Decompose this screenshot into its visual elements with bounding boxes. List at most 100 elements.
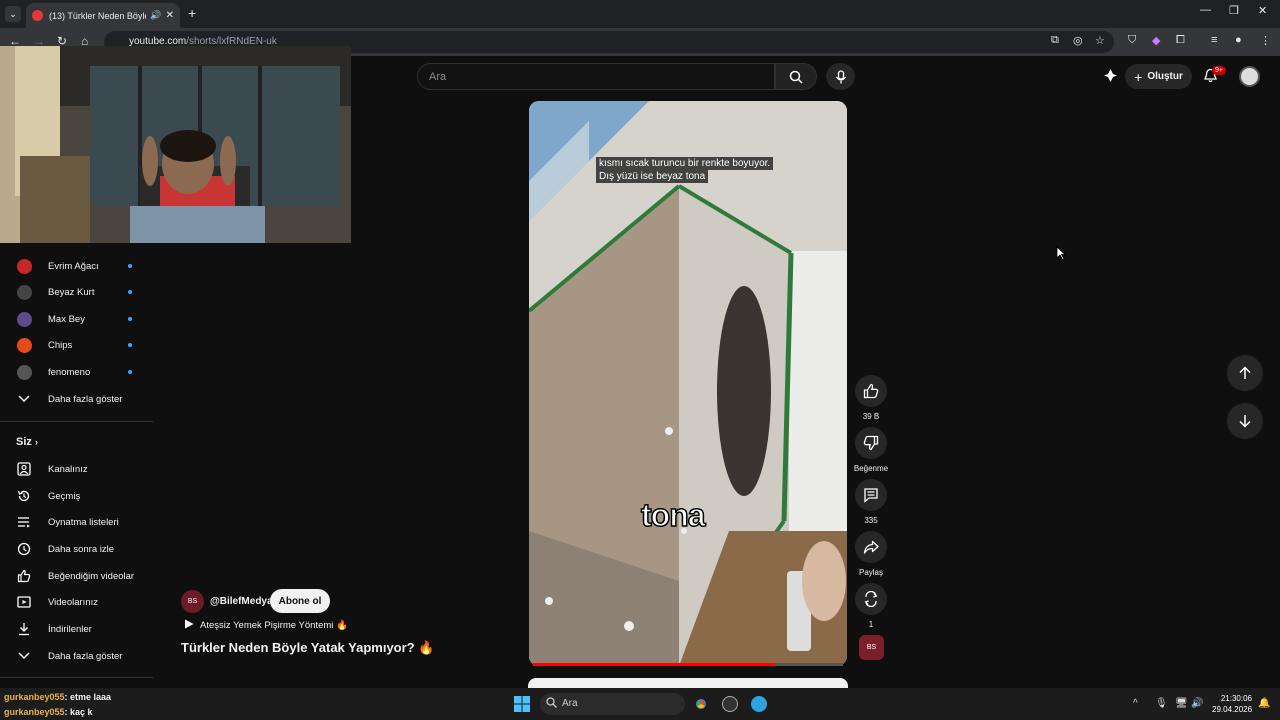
- create-button[interactable]: + Oluştur: [1125, 64, 1192, 89]
- plus-icon: +: [1134, 68, 1143, 85]
- channel-name[interactable]: @BilefMedya: [210, 596, 273, 607]
- new-content-dot: [128, 343, 132, 347]
- install-app-icon[interactable]: ⧉: [1051, 34, 1059, 47]
- channel-avatar[interactable]: BS: [181, 590, 204, 613]
- remix-icon: [855, 583, 887, 615]
- minimize-icon[interactable]: —: [1200, 4, 1211, 16]
- window-close-icon[interactable]: ✕: [1258, 4, 1267, 17]
- chrome-app-icon[interactable]: [693, 696, 709, 712]
- channel-avatar[interactable]: BS: [859, 635, 884, 660]
- volume-icon[interactable]: 🔊: [1191, 698, 1203, 709]
- extension-icon[interactable]: ◆: [1152, 34, 1160, 47]
- dislike-label: Beğenme: [853, 464, 889, 473]
- new-content-dot: [128, 317, 132, 321]
- shield-extension-icon[interactable]: ⛉: [1128, 34, 1136, 47]
- chat-username: gurkanbey055: [4, 692, 65, 702]
- sidebar-item-label: Kanalınız: [48, 463, 88, 475]
- sidebar-item-label: Videolarınız: [48, 596, 98, 608]
- account-avatar[interactable]: [1239, 66, 1260, 87]
- comment-count: 335: [864, 516, 878, 525]
- tab-close-icon[interactable]: ✕: [166, 10, 174, 21]
- clock-date: 29.04.2026: [1212, 705, 1253, 714]
- like-button[interactable]: 39 B: [855, 375, 887, 421]
- playlist-icon: [16, 514, 32, 530]
- video-icon: [16, 594, 32, 610]
- comments-button[interactable]: 335: [855, 479, 887, 525]
- notification-center-icon[interactable]: 🔔: [1258, 698, 1270, 709]
- like-count: 39 B: [862, 412, 880, 421]
- subscribe-button[interactable]: Abone ol: [270, 589, 330, 613]
- tray-overflow-icon[interactable]: ^: [1133, 698, 1138, 709]
- playlist-link[interactable]: Ateşsiz Yemek Pişirme Yöntemi 🔥: [184, 619, 348, 632]
- video-progress-remaining[interactable]: [775, 663, 843, 666]
- sidebar-item-your-videos[interactable]: Videolarınız: [0, 589, 155, 615]
- chevron-down-icon: [16, 648, 32, 664]
- share-icon: [855, 531, 887, 563]
- download-icon: [16, 621, 32, 637]
- microphone-tray-icon[interactable]: 🎙: [1155, 698, 1168, 709]
- channel-avatar: [16, 364, 32, 380]
- browser-tab[interactable]: (13) Türkler Neden Böyle Ya 🔊 ✕: [26, 3, 180, 28]
- channel-avatar: [16, 284, 32, 300]
- share-button[interactable]: Paylaş: [855, 531, 887, 577]
- subscription-label: Evrim Ağacı: [48, 260, 99, 272]
- eye-off-icon[interactable]: ◎: [1073, 34, 1083, 47]
- puzzle-icon[interactable]: ⧠: [1176, 34, 1185, 47]
- sidebar-subscription-evrim-agaci[interactable]: Evrim Ağacı: [0, 253, 155, 279]
- voice-search-button[interactable]: [826, 63, 855, 90]
- sidebar-item-label: Geçmiş: [48, 490, 81, 502]
- tab-search-button[interactable]: ⌄: [5, 6, 21, 22]
- steam-app-icon[interactable]: [722, 696, 738, 712]
- sidebar-item-watch-later[interactable]: Daha sonra izle: [0, 536, 155, 562]
- windows-start-icon[interactable]: [514, 696, 530, 712]
- browser-tab-strip: ⌄ (13) Türkler Neden Böyle Ya 🔊 ✕ + — ❐ …: [0, 0, 1280, 28]
- telegram-app-icon[interactable]: [751, 696, 767, 712]
- short-video-player[interactable]: [529, 101, 847, 666]
- video-progress-played[interactable]: [533, 663, 775, 666]
- search-button[interactable]: [775, 63, 817, 90]
- previous-short-button[interactable]: [1227, 355, 1263, 391]
- subscription-label: fenomeno: [48, 366, 91, 378]
- sidebar-item-your-channel[interactable]: Kanalınız: [0, 456, 155, 482]
- sidebar-item-playlists[interactable]: Oynatma listeleri: [0, 509, 155, 535]
- webcam-overlay: [0, 46, 351, 243]
- sidebar-item-liked-videos[interactable]: Beğendiğim videolar: [0, 563, 155, 589]
- search-icon: [546, 697, 557, 711]
- subscription-label: Beyaz Kurt: [48, 286, 95, 298]
- maximize-icon[interactable]: ❐: [1229, 4, 1239, 17]
- sidebar-show-more-you[interactable]: Daha fazla göster: [0, 643, 155, 669]
- section-title: Siz: [16, 436, 32, 448]
- sidebar-subscription-fenomeno[interactable]: fenomeno: [0, 359, 155, 385]
- audio-playing-icon[interactable]: 🔊: [150, 10, 161, 21]
- ai-chat-icon[interactable]: [1103, 68, 1118, 88]
- sidebar-subscription-beyaz-kurt[interactable]: Beyaz Kurt: [0, 279, 155, 305]
- sidebar-section-you[interactable]: Siz ›: [16, 436, 38, 448]
- taskbar-clock[interactable]: 21:30:06 29.04.2026: [1212, 693, 1252, 715]
- browser-menu-icon[interactable]: ⋮: [1260, 34, 1271, 47]
- search-input[interactable]: Ara: [417, 63, 775, 90]
- sidebar-item-downloads[interactable]: İndirilenler: [0, 616, 155, 642]
- next-short-button[interactable]: [1227, 403, 1263, 439]
- windows-taskbar: Ara ^ 🎙 🖥 🔊 21:30:06 29.04.2026 🔔: [0, 688, 1280, 720]
- sidebar-subscription-max-bey[interactable]: Max Bey: [0, 306, 155, 332]
- new-tab-button[interactable]: +: [188, 5, 196, 21]
- remix-button[interactable]: 1: [855, 583, 887, 629]
- sidebar-show-more-subscriptions[interactable]: Daha fazla göster: [0, 386, 155, 412]
- dislike-button[interactable]: Beğenme: [854, 427, 888, 473]
- bookmark-star-icon[interactable]: ☆: [1095, 34, 1105, 47]
- chat-text: : kaç k: [64, 707, 93, 717]
- history-icon: [16, 488, 32, 504]
- show-more-label: Daha fazla göster: [48, 393, 123, 405]
- new-content-dot: [128, 264, 132, 268]
- video-title[interactable]: Türkler Neden Böyle Yatak Yapmıyor? 🔥: [181, 640, 434, 656]
- youtube-favicon-icon: [32, 10, 43, 21]
- network-icon[interactable]: 🖥: [1175, 698, 1188, 709]
- sidebar-item-history[interactable]: Geçmiş: [0, 483, 155, 509]
- chevron-down-icon: [16, 391, 32, 407]
- profile-icon[interactable]: ●: [1235, 34, 1242, 46]
- play-icon: [184, 619, 194, 632]
- media-control-icon[interactable]: ≡: [1211, 34, 1217, 46]
- sidebar-subscription-chips[interactable]: Chips: [0, 332, 155, 358]
- taskbar-search-input[interactable]: Ara: [540, 693, 685, 715]
- sidebar-divider: [0, 421, 153, 422]
